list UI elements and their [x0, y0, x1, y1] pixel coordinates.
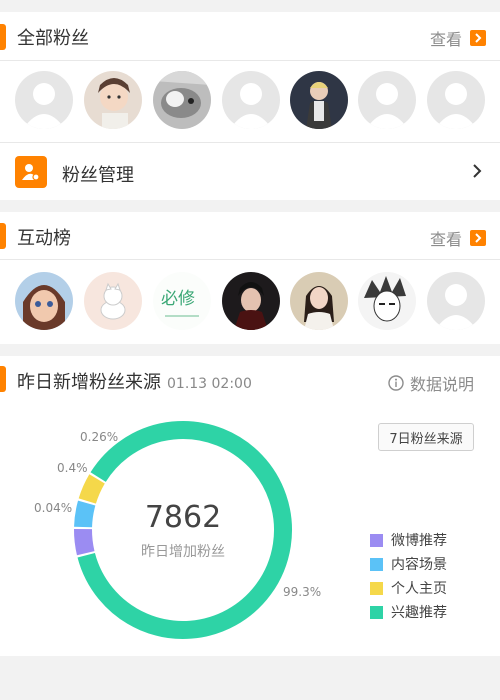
donut-slice-weibo	[74, 528, 95, 556]
ranking-avatar-text-logo[interactable]: 必修	[153, 272, 211, 330]
divider	[0, 259, 500, 260]
fan-sources-title-row: 昨日新增粉丝来源 01.13 02:00	[17, 368, 252, 394]
legend-item-content: 内容场景	[370, 552, 447, 576]
total-new-fans: 7862	[144, 500, 222, 535]
fan-avatar-default[interactable]	[222, 71, 280, 129]
view-label: 查看	[429, 30, 462, 49]
fan-management-label: 粉丝管理	[62, 165, 134, 186]
legend-item-weibo: 微博推荐	[370, 528, 447, 552]
chevron-right-icon	[470, 230, 486, 246]
all-fans-card: 全部粉丝 查看 粉丝管理	[0, 12, 500, 200]
all-fans-header: 全部粉丝 查看	[0, 12, 500, 60]
legend-item-profile: 个人主页	[370, 576, 447, 600]
chart-value-label-interest: 99.3%	[283, 585, 322, 599]
section-accent-bar	[0, 366, 6, 392]
fan-management-row[interactable]: 粉丝管理	[0, 143, 500, 201]
all-fans-view-link[interactable]: 查看	[430, 26, 486, 50]
chevron-right-icon	[473, 164, 482, 178]
interaction-ranking-view-link[interactable]: 查看	[430, 226, 486, 250]
legend-swatch	[370, 605, 383, 619]
fan-management-icon	[15, 156, 47, 188]
ranking-avatar-woman[interactable]	[290, 272, 348, 330]
avatar-logo-text: 必修	[161, 289, 195, 309]
fan-avatar-default[interactable]	[358, 71, 416, 129]
fan-avatar-cat[interactable]	[153, 71, 211, 129]
legend-swatch	[370, 557, 383, 571]
fan-sources-date: 01.13 02:00	[167, 376, 252, 392]
fan-avatar-girl[interactable]	[84, 71, 142, 129]
chart-value-label-profile: 0.26%	[80, 430, 119, 444]
seven-day-sources-button[interactable]: 7日粉丝来源	[378, 423, 474, 451]
all-fans-title: 全部粉丝	[17, 28, 89, 49]
ranking-avatar-cat-drawing[interactable]	[84, 272, 142, 330]
chart-value-label-weibo: 0.04%	[34, 501, 73, 515]
chart-value-label-content: 0.4%	[57, 461, 88, 475]
interaction-ranking-header: 互动榜 查看	[0, 212, 500, 260]
legend-label: 微博推荐	[391, 533, 447, 549]
legend-label: 个人主页	[391, 581, 447, 597]
interaction-ranking-card: 互动榜 查看 必修	[0, 212, 500, 344]
fan-avatar-man[interactable]	[290, 71, 348, 129]
ranking-avatar-manga[interactable]	[358, 272, 416, 330]
ranking-avatar-cartoon-girl[interactable]	[15, 272, 73, 330]
total-new-fans-label: 昨日增加粉丝	[141, 544, 225, 560]
chart-legend: 微博推荐 内容场景 个人主页 兴趣推荐	[370, 528, 447, 624]
legend-label: 内容场景	[391, 557, 447, 573]
chevron-right-icon	[470, 30, 486, 46]
ranking-avatar-man-dark[interactable]	[222, 272, 280, 330]
section-accent-bar	[0, 223, 6, 249]
interaction-ranking-title: 互动榜	[17, 228, 71, 249]
ranking-avatar-default[interactable]	[427, 272, 485, 330]
section-accent-bar	[0, 24, 6, 50]
donut-slice-content	[74, 500, 96, 528]
legend-swatch	[370, 581, 383, 595]
fan-avatar-default[interactable]	[427, 71, 485, 129]
data-explanation-label: 数据说明	[409, 375, 474, 394]
view-label: 查看	[429, 230, 462, 249]
data-explanation-link[interactable]: 数据说明	[388, 371, 474, 395]
divider	[0, 60, 500, 61]
info-icon	[388, 375, 404, 391]
fan-avatar-default[interactable]	[15, 71, 73, 129]
legend-swatch	[370, 533, 383, 547]
donut-slice-profile	[78, 474, 105, 504]
fan-sources-title: 昨日新增粉丝来源	[17, 372, 161, 393]
legend-label: 兴趣推荐	[391, 605, 447, 621]
legend-item-interest: 兴趣推荐	[370, 600, 447, 624]
